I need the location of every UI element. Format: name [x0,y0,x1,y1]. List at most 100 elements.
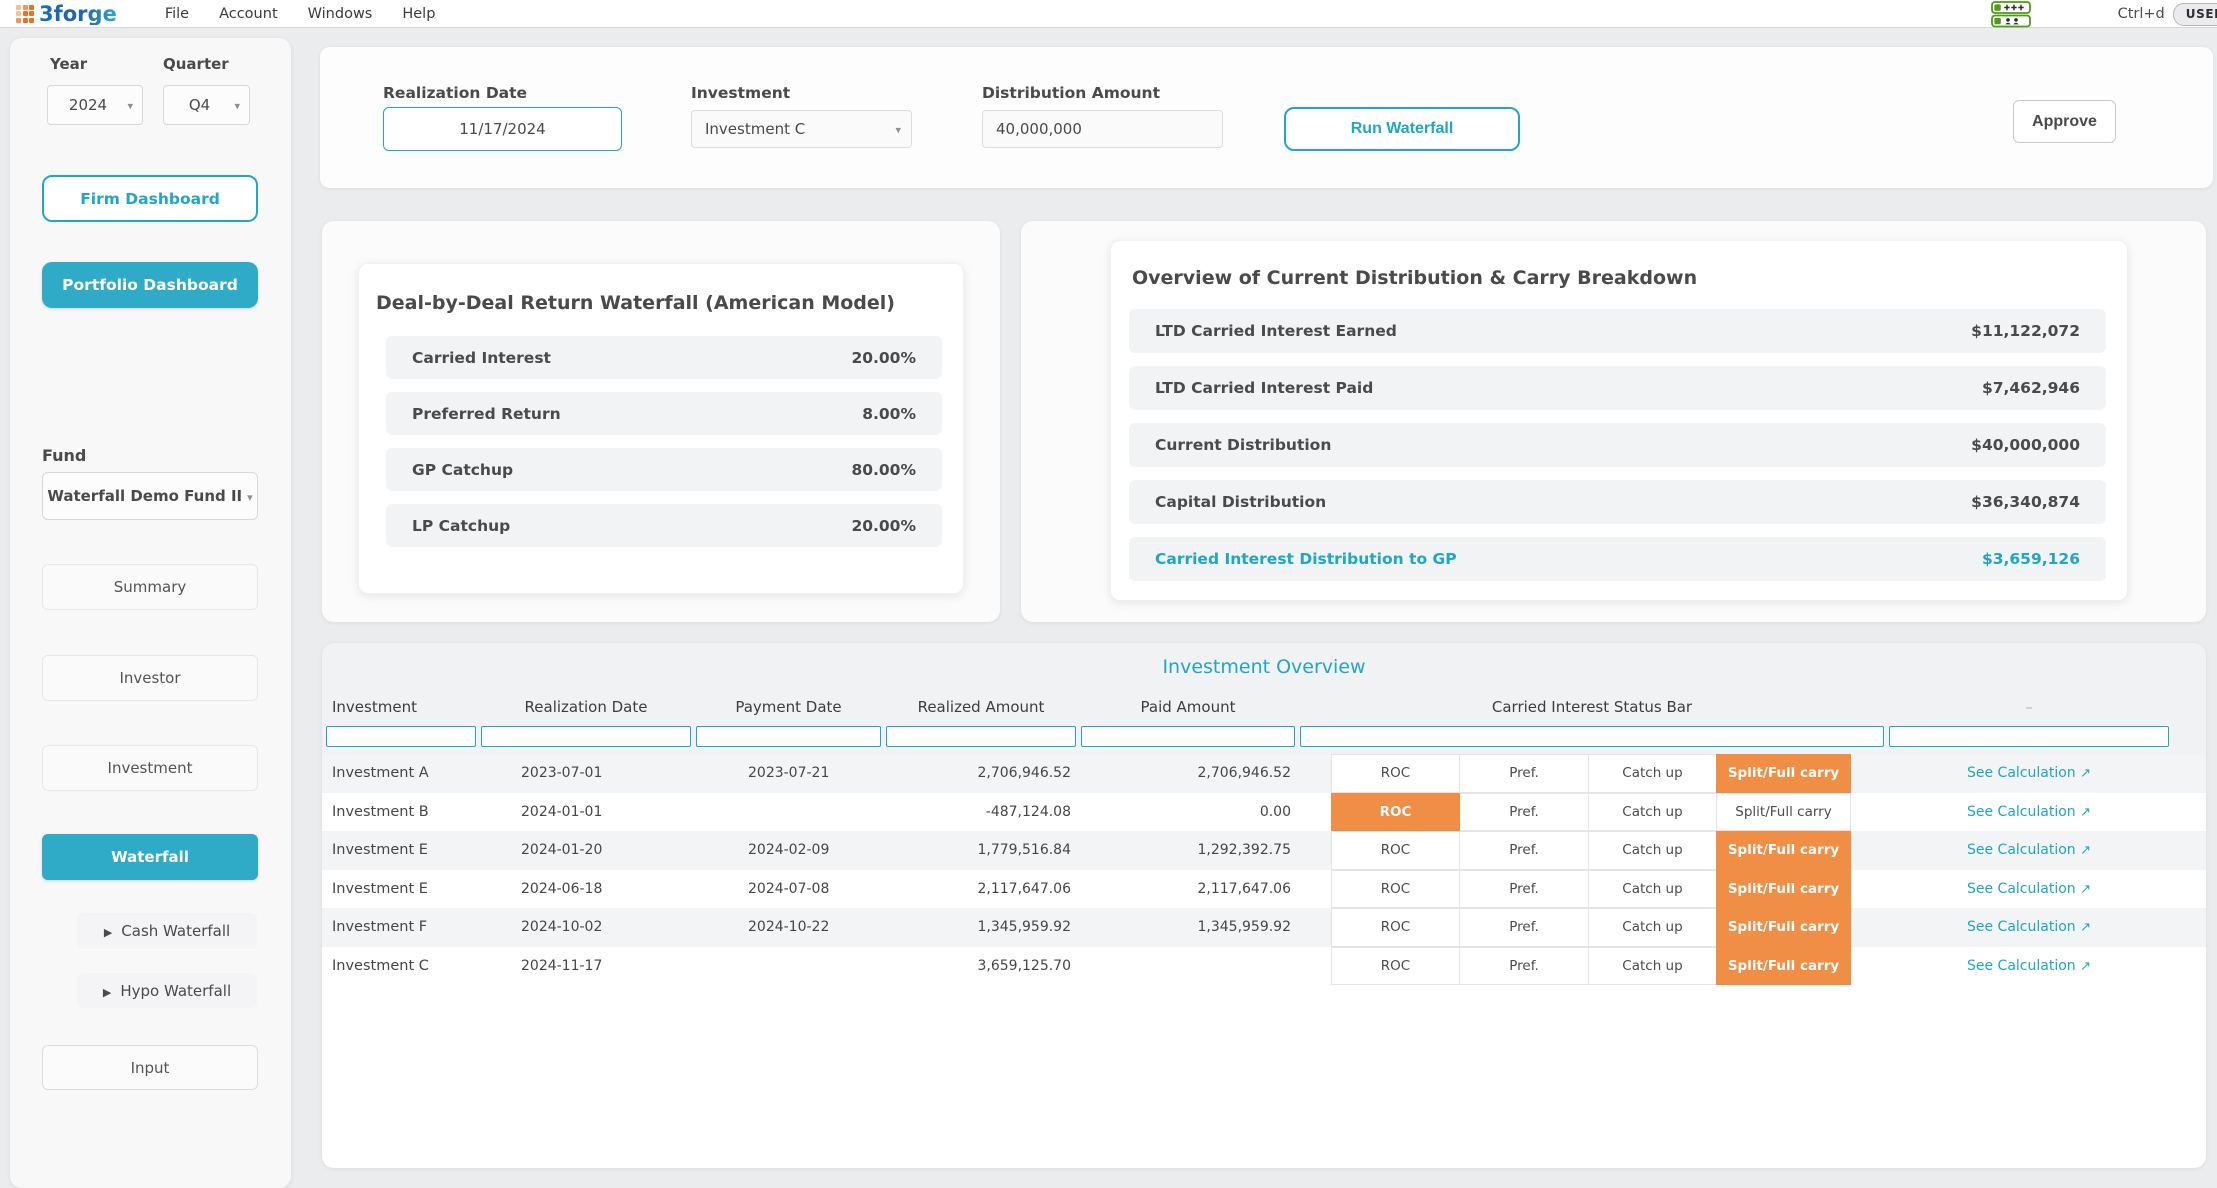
cell-see-calculation: See Calculation ↗ [1889,919,2169,935]
cell-see-calculation: See Calculation ↗ [1889,804,2169,820]
fund-select[interactable]: Waterfall Demo Fund II [42,472,258,520]
sidebar-item-investor[interactable]: Investor [42,655,258,701]
overview-rows: LTD Carried Interest Earned $11,122,072 … [1129,309,2106,581]
row-value: $11,122,072 [1971,322,2080,340]
filter-cell [886,726,1076,747]
column-header[interactable]: Payment Date [696,698,881,716]
waterfall-rows: Carried Interest 20.00% Preferred Return… [386,336,942,547]
external-link-arrow-icon: ↗ [2080,766,2091,781]
status-stage: Split/Full carry [1716,831,1851,870]
column-header[interactable]: Realized Amount [886,698,1076,716]
status-stage: ROC [1331,831,1460,870]
table-row[interactable]: Investment C 2024-11-17 3,659,125.70 ROC… [322,947,2206,986]
see-calculation-link[interactable]: See Calculation ↗ [1967,919,2091,935]
column-filter-input[interactable] [1081,726,1295,747]
menubar: 3forge FileAccountWindowsHelp [0,0,2217,28]
cell-realization-date: 2024-06-18 [481,881,691,897]
status-stage: Split/Full carry [1716,793,1851,832]
waterfall-panel-title: Deal-by-Deal Return Waterfall (American … [359,264,963,314]
overview-panel: Overview of Current Distribution & Carry… [1021,221,2206,622]
external-link-arrow-icon: ↗ [2080,843,2091,858]
credentials-icon [1992,2,2030,13]
cell-investment: Investment A [326,765,476,781]
status-stage: Pref. [1459,754,1589,793]
table-row[interactable]: Investment E 2024-06-18 2024-07-08 2,117… [322,870,2206,909]
column-header[interactable]: Paid Amount [1081,698,1295,716]
status-stage: Pref. [1459,908,1589,947]
chevron-down-icon [895,120,901,138]
see-calculation-link[interactable]: See Calculation ↗ [1967,881,2091,897]
approve-button[interactable]: Approve [2013,100,2116,143]
sidebar-item-summary[interactable]: Summary [42,564,258,610]
table-filter-row [322,726,2206,747]
distribution-amount-input[interactable] [982,110,1223,148]
table-header-row: Investment Realization Date Payment Date Re… [322,693,2206,721]
investment-overview-card: Investment Overview InvestmentRealizatio… [322,643,2206,1168]
realization-date-input[interactable] [383,107,622,151]
status-stage: ROC [1331,870,1460,909]
investment-select[interactable]: Investment C [691,110,912,148]
column-filter-input[interactable] [886,726,1076,747]
input-button[interactable]: Input [42,1045,258,1090]
menubar-menu-item[interactable]: File [165,6,189,22]
cell-payment-date: 2024-02-09 [696,842,881,858]
cell-investment: Investment C [326,958,476,974]
column-header[interactable]: – [1889,698,2169,716]
user-badge[interactable]: USER [2173,3,2217,26]
column-filter-input[interactable] [696,726,881,747]
table-row[interactable]: Investment B 2024-01-01 -487,124.08 0.00… [322,793,2206,832]
row-value: $40,000,000 [1971,436,2080,454]
see-calculation-link[interactable]: See Calculation ↗ [1967,842,2091,858]
status-stage: Catch up [1588,947,1717,986]
column-filter-input[interactable] [1300,726,1884,747]
menubar-menu-item[interactable]: Help [402,6,435,22]
row-value: 20.00% [851,349,916,367]
waterfall-panel: Deal-by-Deal Return Waterfall (American … [322,221,1000,622]
row-label: LTD Carried Interest Paid [1155,379,1373,397]
external-link-arrow-icon: ↗ [2080,882,2091,897]
sidebar-item-cash-waterfall[interactable]: Cash Waterfall [77,913,257,948]
see-calculation-link[interactable]: See Calculation ↗ [1967,958,2091,974]
cell-investment: Investment F [326,919,476,935]
filter-cell [696,726,881,747]
table-row[interactable]: Investment A 2023-07-01 2023-07-21 2,706… [322,754,2206,793]
year-label: Year [50,55,87,73]
row-label: LP Catchup [412,517,510,535]
column-filter-input[interactable] [326,726,476,747]
expand-triangle-icon [104,922,112,940]
cell-see-calculation: See Calculation ↗ [1889,881,2169,897]
year-select[interactable]: 2024 [47,85,143,125]
realization-date-label: Realization Date [383,84,527,102]
row-label: Preferred Return [412,405,561,423]
cell-see-calculation: See Calculation ↗ [1889,765,2169,781]
cell-realized-amount: -487,124.08 [886,804,1076,820]
column-header[interactable]: Realization Date [481,698,691,716]
firm-dashboard-button[interactable]: Firm Dashboard [42,175,258,222]
session-status-icons[interactable] [1991,1,2032,28]
row-value: 80.00% [851,461,916,479]
overview-panel-title: Overview of Current Distribution & Carry… [1111,241,2127,289]
sidebar-item-waterfall[interactable]: Waterfall [42,834,258,880]
see-calculation-link[interactable]: See Calculation ↗ [1967,765,2091,781]
cell-payment-date: 2023-07-21 [696,765,881,781]
sidebar-item-hypo-waterfall[interactable]: Hypo Waterfall [77,973,257,1008]
table-row[interactable]: Investment E 2024-01-20 2024-02-09 1,779… [322,831,2206,870]
column-filter-input[interactable] [1889,726,2169,747]
table-row[interactable]: Investment F 2024-10-02 2024-10-22 1,345… [322,908,2206,947]
menubar-menu-item[interactable]: Windows [308,6,373,22]
menubar-menu-item[interactable]: Account [219,6,278,22]
portfolio-dashboard-button[interactable]: Portfolio Dashboard [42,262,258,308]
key-value-row: Carried Interest 20.00% [386,336,942,379]
column-header[interactable]: Investment [326,698,476,716]
status-stage: Pref. [1459,870,1589,909]
column-filter-input[interactable] [481,726,691,747]
quarter-select[interactable]: Q4 [163,85,250,125]
carried-interest-status-bar: ROCPref.Catch upSplit/Full carry [1300,754,1884,793]
status-stage: Catch up [1588,793,1717,832]
run-waterfall-button[interactable]: Run Waterfall [1284,107,1520,151]
cell-investment: Investment E [326,881,476,897]
sidebar-item-investment[interactable]: Investment [42,745,258,791]
see-calculation-link[interactable]: See Calculation ↗ [1967,804,2091,820]
logo-dots-icon [16,5,34,23]
column-header[interactable]: Carried Interest Status Bar [1300,698,1884,716]
